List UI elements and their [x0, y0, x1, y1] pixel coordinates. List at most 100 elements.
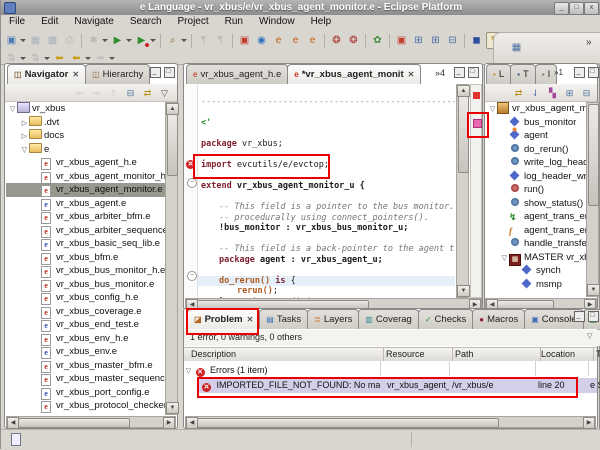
run-coverage-button[interactable]: ▶	[134, 33, 149, 48]
close-tab-icon[interactable]: ✕	[247, 315, 254, 324]
navigator-item[interactable]: e vr_xbus_master_sequence_h.e	[6, 372, 165, 386]
outline-tab-l[interactable]: ▪ L	[486, 64, 512, 84]
new-wizard-button[interactable]: ▣	[4, 33, 19, 48]
navigator-item[interactable]: e vr_xbus_port_config.e	[6, 386, 165, 400]
navigator-item[interactable]: e vr_xbus_end_test.e	[6, 318, 165, 332]
problems-minmax[interactable]: _ □	[571, 311, 599, 322]
navigator-item[interactable]: e vr_xbus_env.e	[6, 345, 165, 359]
column-header-description[interactable]: Description	[188, 348, 384, 361]
column-header-resource[interactable]: Resource	[383, 348, 453, 361]
problems-filter-icon[interactable]: ▽	[587, 332, 592, 340]
navigator-item[interactable]: e vr_xbus_env_h.e	[6, 332, 165, 346]
menu-project[interactable]: Project	[170, 15, 217, 28]
navigator-hscrollbar[interactable]: ◀ ▶	[6, 416, 176, 429]
collapse-minus-button[interactable]: ⊟	[445, 33, 460, 48]
close-tab-icon[interactable]: ✕	[72, 70, 79, 79]
problems-tab-macros[interactable]: ● Macros	[472, 309, 526, 329]
maximize-view-icon[interactable]: □	[164, 67, 175, 78]
navigator-item[interactable]: e vr_xbus_bus_monitor_h.e	[6, 264, 165, 278]
minimize-button[interactable]: _	[554, 2, 569, 15]
maximize-view-icon[interactable]: □	[588, 311, 599, 322]
expand-all-icon[interactable]: ⊞	[562, 86, 577, 101]
outline-minmax[interactable]: _ □	[571, 67, 599, 78]
minimize-view-icon[interactable]: _	[574, 67, 585, 78]
outline-tree[interactable]: ▽ vr_xbus_agent_mo bus_monitor agent do_r…	[486, 102, 587, 297]
e-file-button-2[interactable]: e	[288, 33, 303, 48]
expander-icon[interactable]: ▷	[20, 117, 29, 131]
menu-search[interactable]: Search	[122, 15, 170, 28]
expander-icon[interactable]: ▽	[20, 144, 29, 158]
browser-button[interactable]: ◉	[254, 33, 269, 48]
outline-item[interactable]: ▽▦MASTER vr_xbus_a	[486, 251, 587, 266]
outline-item[interactable]: show_status()	[486, 197, 587, 211]
problems-hscrollbar[interactable]: ◀ ▶	[185, 416, 596, 429]
run-coverage-button-dropdown[interactable]	[150, 39, 156, 43]
cube-button[interactable]: ◼	[469, 33, 484, 48]
sort-alpha-icon[interactable]: ⇃	[528, 86, 543, 101]
menu-navigate[interactable]: Navigate	[66, 15, 121, 28]
navigator-item[interactable]: e vr_xbus_agent_monitor_h.e	[6, 170, 165, 184]
expander-icon[interactable]: ▽	[8, 103, 17, 117]
error-marker-icon[interactable]: ✕	[186, 160, 195, 169]
e-file-button-3[interactable]: e	[305, 33, 320, 48]
navigator-item[interactable]: e vr_xbus_master_bfm.e	[6, 359, 165, 373]
problems-tab-layers[interactable]: ≣ Layers	[307, 309, 360, 329]
editor-vscrollbar[interactable]: ▲ ▼	[456, 84, 470, 298]
link-with-editor-icon[interactable]: ⇄	[140, 86, 155, 101]
outline-tab-t[interactable]: ▪ T	[510, 64, 536, 84]
menu-help[interactable]: Help	[303, 15, 340, 28]
column-header-location[interactable]: Location	[538, 348, 594, 361]
perspective-icon[interactable]: ▦	[509, 40, 524, 55]
outline-item[interactable]: handle_transfer_	[486, 237, 587, 251]
problems-tab-coverag[interactable]: ▥ Coverag	[358, 309, 419, 329]
overview-ruler[interactable]	[470, 84, 482, 298]
collapse-all-icon[interactable]: ⊟	[579, 86, 594, 101]
navigator-item[interactable]: e vr_xbus_bfm.e	[6, 251, 165, 265]
close-button[interactable]: x	[584, 2, 599, 15]
collapse-all-icon[interactable]: ⊟	[123, 86, 138, 101]
navigator-item[interactable]: ▷ .dvt	[6, 115, 165, 131]
fold-collapse-icon[interactable]: −	[187, 178, 197, 188]
menu-window[interactable]: Window	[251, 15, 303, 28]
leaf-button[interactable]: ✿	[370, 33, 385, 48]
menu-run[interactable]: Run	[217, 15, 251, 28]
outline-item[interactable]: run()	[486, 183, 587, 197]
navigator-tab-navigator[interactable]: ◫ Navigator ✕	[7, 64, 87, 84]
navigator-tab-hierarchy[interactable]: ◫ Hierarchy	[85, 64, 151, 84]
outline-item[interactable]: bus_monitor	[486, 116, 587, 130]
outline-item[interactable]: ↯ agent_trans_end	[486, 210, 587, 224]
expander-icon[interactable]: ▽	[500, 252, 509, 266]
group-button-2[interactable]: ❂	[346, 33, 361, 48]
outline-item[interactable]: ▽ vr_xbus_agent_mo	[486, 102, 587, 116]
fast-view-icon[interactable]	[11, 433, 21, 446]
new-wizard-button-dropdown[interactable]	[20, 39, 26, 43]
outline-item[interactable]: f agent_trans_end	[486, 224, 587, 238]
navigator-item[interactable]: ▷ docs	[6, 129, 165, 143]
navigator-tree[interactable]: ▽ vr_xbus ▷ .dvt ▷ docs ▽ e e vr_xbus_agent_h.e …	[6, 102, 165, 415]
navigator-item[interactable]: ▽ e	[6, 142, 165, 158]
navigator-item[interactable]: e vr_xbus_arbiter_sequence_h.e	[6, 224, 165, 238]
outline-item[interactable]: log_header_writ	[486, 170, 587, 184]
editor-tab-overflow[interactable]: »4	[435, 68, 445, 78]
expand-plus-button-2[interactable]: ⊞	[428, 33, 443, 48]
outline-tab-overflow[interactable]: »1	[554, 68, 563, 77]
navigator-item[interactable]: e vr_xbus_agent.e	[6, 197, 165, 211]
code-editor[interactable]: ----------------------------------------…	[198, 84, 455, 311]
close-tab-icon[interactable]: ✕	[408, 70, 415, 79]
perspective-overflow-chevron[interactable]: »	[586, 37, 592, 48]
overview-occurrence-mark[interactable]	[473, 119, 482, 128]
maximize-view-icon[interactable]: □	[468, 67, 479, 78]
maximize-view-icon[interactable]: □	[588, 67, 599, 78]
problems-tab-problem[interactable]: ◪ Problem ✕	[187, 309, 261, 329]
outline-vscrollbar[interactable]: ▼	[586, 102, 600, 297]
navigator-item[interactable]: e vr_xbus_coverage.e	[6, 305, 165, 319]
navigator-item[interactable]: e vr_xbus_agent_h.e	[6, 156, 165, 170]
editor-tab-vr-xbus-agent-h-e[interactable]: e vr_xbus_agent_h.e	[186, 64, 289, 84]
problems-tab-tasks[interactable]: ▤ Tasks	[259, 309, 309, 329]
back-button-dropdown[interactable]	[85, 57, 91, 61]
outline-item[interactable]: write_log_heade	[486, 156, 587, 170]
expand-plus-button-1[interactable]: ⊞	[411, 33, 426, 48]
problems-tab-checks[interactable]: ✓ Checks	[417, 309, 474, 329]
filter-members-icon[interactable]: ▚	[545, 86, 560, 101]
editor-tab--vr-xbus-agent-monit[interactable]: e *vr_xbus_agent_monit ✕	[287, 64, 422, 84]
